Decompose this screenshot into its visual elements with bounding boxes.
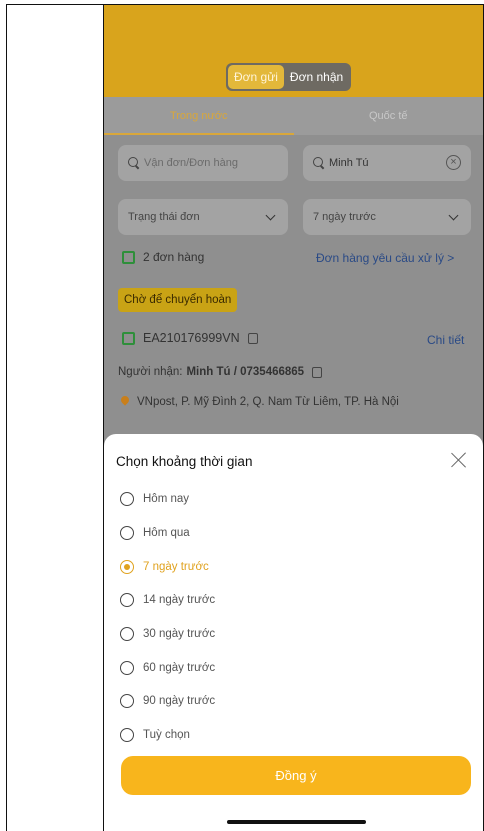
radio-selected-icon (120, 560, 134, 574)
name-search-input[interactable]: Minh Tú × (303, 145, 471, 181)
select-all-row: 2 đơn hàng (122, 250, 204, 264)
radio-icon (120, 728, 134, 742)
radio-icon (120, 694, 134, 708)
request-orders-link[interactable]: Đơn hàng yêu cầu xử lý > (316, 251, 454, 265)
order-count: 2 đơn hàng (143, 250, 205, 264)
tab-international[interactable]: Quốc tế (294, 97, 484, 135)
segment-received[interactable]: Đơn nhận (284, 65, 349, 89)
option-label: Hôm nay (143, 493, 190, 505)
option-custom[interactable]: Tuỳ chọn (120, 725, 190, 745)
option-label: 7 ngày trước (143, 561, 209, 573)
chevron-down-icon (265, 210, 276, 221)
option-label: 14 ngày trước (143, 594, 216, 606)
detail-link[interactable]: Chi tiết (427, 333, 464, 347)
sheet-title: Chọn khoảng thời gian (116, 454, 253, 469)
order-checkbox[interactable] (122, 331, 135, 345)
radio-icon (120, 492, 134, 506)
recipient-label: Người nhận: (118, 366, 183, 378)
location-pin-icon (120, 396, 130, 408)
order-search-placeholder: Vận đơn/Đơn hàng (144, 157, 238, 169)
order-search-input[interactable]: Vận đơn/Đơn hàng (118, 145, 288, 181)
tracking-code: EA210176999VN (143, 331, 240, 345)
confirm-button[interactable]: Đồng ý (121, 756, 471, 795)
option-yesterday[interactable]: Hôm qua (120, 523, 190, 543)
address: VNpost, P. Mỹ Đình 2, Q. Nam Từ Liêm, TP… (137, 396, 399, 408)
time-range-sheet: Chọn khoảng thời gian Hôm nay Hôm qua 7 … (104, 434, 483, 831)
copy-icon[interactable] (312, 366, 323, 378)
option-7-days[interactable]: 7 ngày trước (120, 557, 209, 577)
time-select[interactable]: 7 ngày trước (303, 199, 471, 235)
radio-icon (120, 627, 134, 641)
clear-icon[interactable]: × (446, 155, 461, 170)
status-badge: Chờ để chuyển hoàn (118, 288, 238, 312)
radio-icon (120, 661, 134, 675)
copy-icon[interactable] (247, 332, 258, 344)
home-indicator (227, 820, 366, 824)
option-60-days[interactable]: 60 ngày trước (120, 658, 215, 678)
app-header: Đơn gửi Đơn nhận (104, 5, 483, 97)
option-today[interactable]: Hôm nay (120, 489, 189, 509)
order-row: EA210176999VN (122, 331, 258, 345)
time-select-value: 7 ngày trước (313, 211, 376, 223)
option-label: Tuỳ chọn (143, 729, 190, 741)
option-label: Hôm qua (143, 527, 190, 539)
option-label: 60 ngày trước (143, 662, 216, 674)
frame-border-left (6, 4, 7, 831)
option-30-days[interactable]: 30 ngày trước (120, 624, 215, 644)
name-search-value: Minh Tú (329, 157, 369, 169)
option-90-days[interactable]: 90 ngày trước (120, 691, 215, 711)
phone-screen: Đơn gửi Đơn nhận Trong nước Quốc tế Vận … (104, 5, 483, 831)
send-receive-switch: Đơn gửi Đơn nhận (226, 63, 352, 91)
address-row: VNpost, P. Mỹ Đình 2, Q. Nam Từ Liêm, TP… (120, 396, 399, 408)
region-tabs: Trong nước Quốc tế (104, 97, 483, 135)
search-icon (313, 157, 325, 169)
recipient-row: Người nhận: Minh Tú / 0735466865 (118, 366, 323, 378)
option-14-days[interactable]: 14 ngày trước (120, 590, 215, 610)
radio-icon (120, 593, 134, 607)
close-icon[interactable] (449, 450, 469, 470)
segment-sent[interactable]: Đơn gửi (228, 65, 284, 89)
recipient-value: Minh Tú / 0735466865 (186, 366, 305, 378)
tab-domestic[interactable]: Trong nước (104, 97, 294, 135)
status-select-value: Trạng thái đơn (128, 211, 200, 223)
chevron-down-icon (448, 210, 459, 221)
option-label: 30 ngày trước (143, 628, 216, 640)
search-icon (128, 157, 140, 169)
option-label: 90 ngày trước (143, 695, 216, 707)
radio-icon (120, 526, 134, 540)
select-all-checkbox[interactable] (122, 250, 135, 264)
status-select[interactable]: Trạng thái đơn (118, 199, 288, 235)
